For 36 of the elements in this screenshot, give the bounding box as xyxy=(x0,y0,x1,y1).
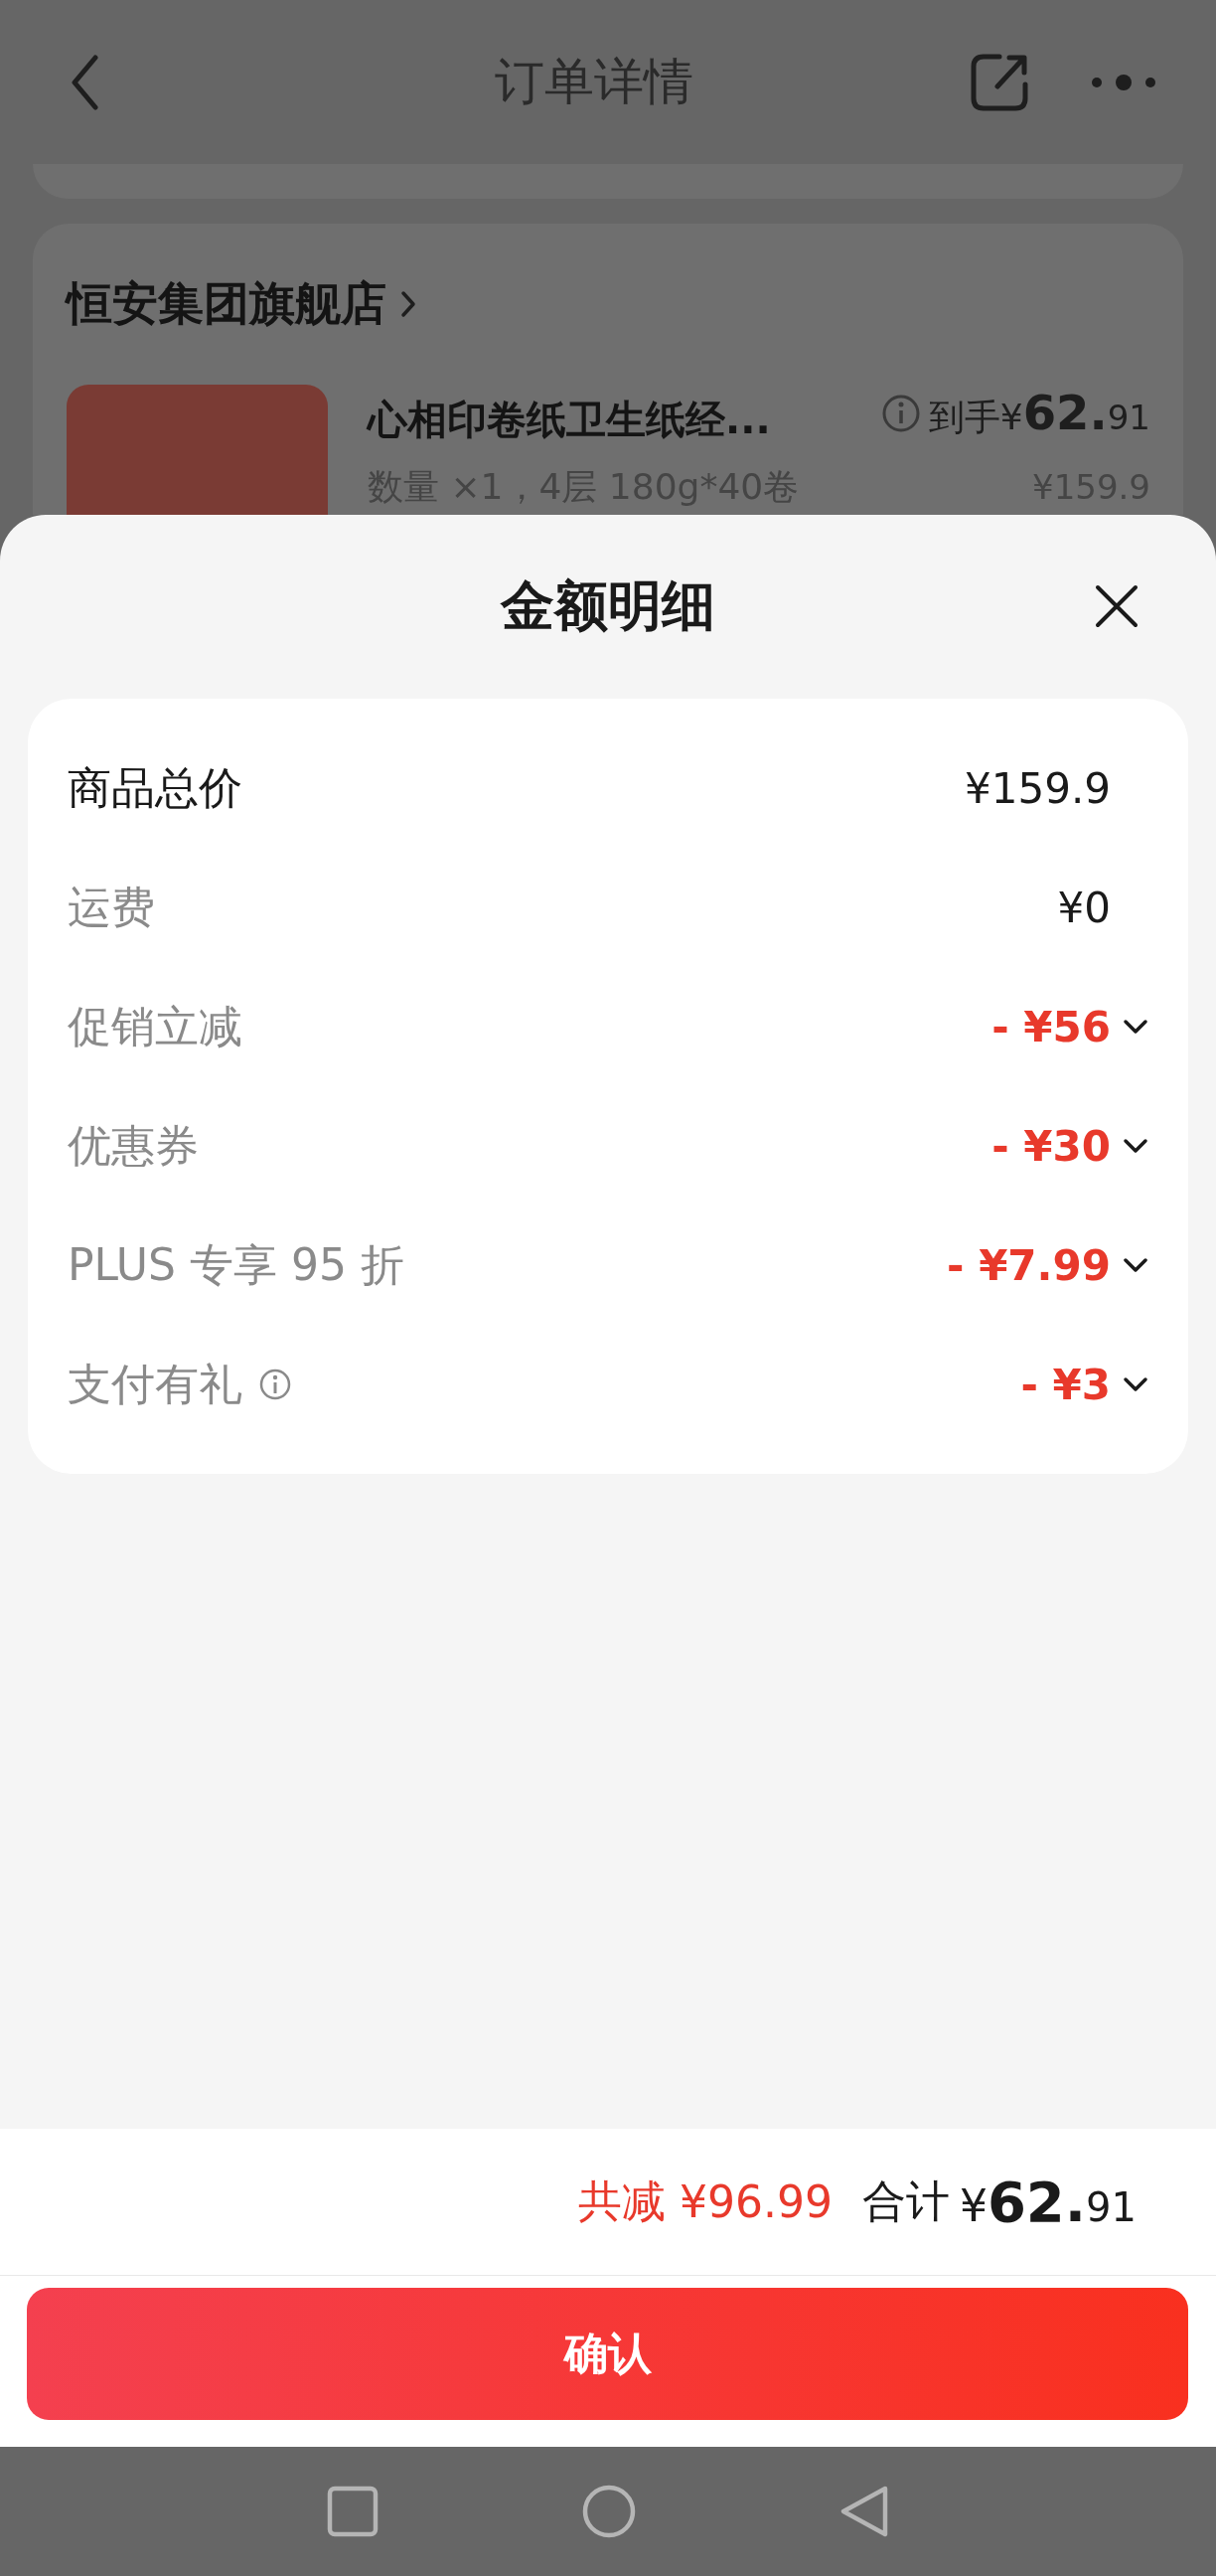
row-amount[interactable]: - ¥56 xyxy=(991,1002,1111,1051)
chevron-right-icon[interactable] xyxy=(400,289,416,319)
row-amount[interactable]: - ¥3 xyxy=(1020,1360,1111,1409)
sheet-title: 金额明细 xyxy=(501,573,715,639)
chevron-down-icon[interactable] xyxy=(1123,1019,1148,1035)
product-title[interactable]: 心相印卷纸卫生纸经... xyxy=(368,393,771,447)
price-text: 到手¥62.91 xyxy=(928,385,1150,442)
row-label: 支付有礼 xyxy=(68,1357,242,1411)
saved-label: 共减 xyxy=(577,2174,666,2228)
confirm-button[interactable]: 确认 xyxy=(27,2288,1188,2420)
row-label: 促销立减 xyxy=(68,999,242,1053)
chevron-down-icon[interactable] xyxy=(1123,1257,1148,1273)
total-amount: ¥62.91 xyxy=(959,2170,1137,2234)
more-icon[interactable] xyxy=(1091,72,1156,92)
circle-icon[interactable] xyxy=(582,2485,636,2538)
page-title: 订单详情 xyxy=(494,52,694,112)
row-amount[interactable]: - ¥7.99 xyxy=(947,1240,1111,1290)
total-label: 合计 xyxy=(861,2174,950,2228)
chevron-down-icon[interactable] xyxy=(1123,1138,1148,1154)
back-icon[interactable] xyxy=(70,54,99,110)
chevron-down-icon[interactable] xyxy=(1123,1376,1148,1392)
row-label: 优惠券 xyxy=(68,1118,199,1173)
triangle-icon[interactable] xyxy=(839,2485,889,2538)
row-label: 运费 xyxy=(68,880,155,934)
info-icon[interactable] xyxy=(880,394,921,433)
saved-amount: ¥96.99 xyxy=(679,2176,833,2227)
square-icon[interactable] xyxy=(327,2486,379,2537)
info-icon[interactable] xyxy=(258,1368,292,1401)
row-label: PLUS 专享 95 折 xyxy=(68,1237,404,1292)
share-icon[interactable] xyxy=(970,52,1029,112)
row-amount[interactable]: - ¥30 xyxy=(991,1121,1111,1171)
close-icon[interactable] xyxy=(1095,584,1139,628)
store-name[interactable]: 恒安集团旗舰店 xyxy=(67,273,386,335)
row-amount: ¥0 xyxy=(1057,883,1111,932)
row-label: 商品总价 xyxy=(68,760,242,815)
row-amount: ¥159.9 xyxy=(965,763,1111,813)
